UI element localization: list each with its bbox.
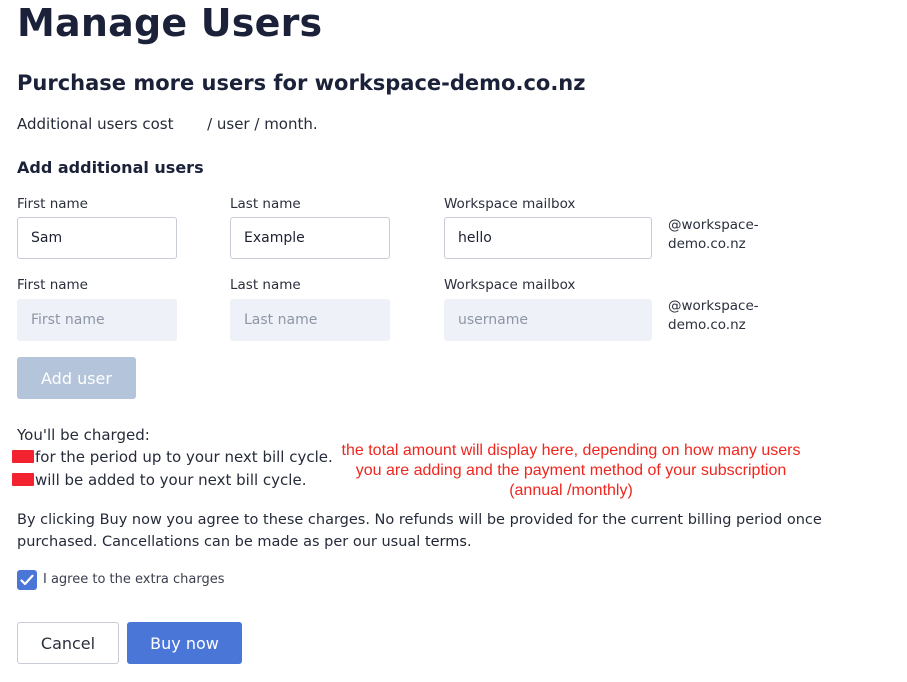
agreement-text: By clicking Buy now you agree to these c…	[17, 509, 887, 553]
page-title: Manage Users	[17, 1, 323, 45]
first-name-label: First name	[17, 196, 88, 212]
terms-link[interactable]: terms	[425, 534, 467, 550]
charge-line-period: for the period up to your next bill cycl…	[12, 448, 333, 466]
cost-line: Additional users cost / user / month.	[17, 115, 318, 133]
last-name-label: Last name	[230, 196, 301, 212]
cost-suffix: / user / month.	[207, 115, 318, 133]
total-amount-annotation: the total amount will display here, depe…	[341, 442, 801, 499]
domain-line-1: @workspace-	[668, 217, 759, 233]
agree-checkbox-label[interactable]: I agree to the extra charges	[43, 572, 225, 587]
manage-users-page: Manage Users Purchase more users for wor…	[0, 0, 907, 682]
domain-line-2: demo.co.nz	[668, 317, 746, 333]
last-name-input[interactable]	[230, 217, 390, 259]
mailbox-label: Workspace mailbox	[444, 277, 576, 293]
cancel-button[interactable]: Cancel	[17, 622, 119, 664]
page-subtitle: Purchase more users for workspace-demo.c…	[17, 71, 586, 95]
redacted-amount	[12, 473, 34, 486]
first-name-input[interactable]	[17, 217, 177, 259]
checkmark-icon	[20, 574, 34, 586]
mailbox-input[interactable]	[444, 217, 652, 259]
mailbox-domain: @workspace- demo.co.nz	[668, 297, 778, 335]
buy-now-button[interactable]: Buy now	[127, 622, 242, 664]
agreement-text-end: .	[466, 534, 472, 550]
agree-checkbox[interactable]	[17, 570, 37, 590]
last-name-input[interactable]	[230, 299, 390, 341]
add-users-heading: Add additional users	[17, 158, 204, 177]
charge-line-period-text: for the period up to your next bill cycl…	[35, 448, 333, 466]
agreement-text-body: By clicking Buy now you agree to these c…	[17, 512, 822, 550]
mailbox-label: Workspace mailbox	[444, 196, 576, 212]
charge-line-next-cycle: will be added to your next bill cycle.	[12, 471, 306, 489]
add-user-button[interactable]: Add user	[17, 357, 136, 399]
domain-line-1: @workspace-	[668, 298, 759, 314]
domain-line-2: demo.co.nz	[668, 236, 746, 252]
charges-heading: You'll be charged:	[17, 426, 150, 444]
mailbox-input[interactable]	[444, 299, 652, 341]
cost-prefix: Additional users cost	[17, 115, 174, 133]
mailbox-domain: @workspace- demo.co.nz	[668, 216, 778, 254]
first-name-input[interactable]	[17, 299, 177, 341]
redacted-amount	[12, 450, 34, 463]
last-name-label: Last name	[230, 277, 301, 293]
first-name-label: First name	[17, 277, 88, 293]
charge-line-next-text: will be added to your next bill cycle.	[35, 471, 307, 489]
